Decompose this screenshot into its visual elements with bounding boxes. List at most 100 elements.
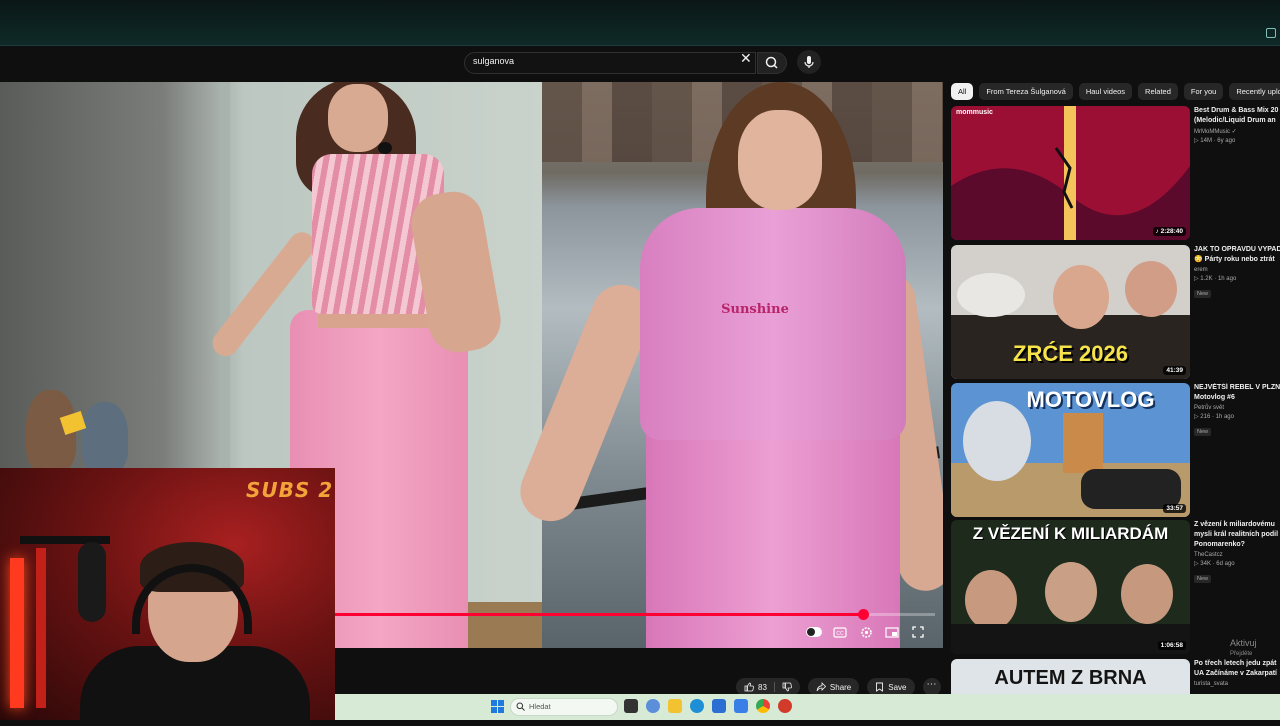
camera-icon[interactable] (1266, 28, 1276, 38)
recommended-video[interactable]: ZRĆE 2026 41:39 JAK TO OPRAVDU VYPAD 😳 P… (951, 245, 1280, 379)
video-stats: ▷ 14M · 6y ago (1194, 138, 1236, 144)
video-title-line2[interactable]: (Melodic/Liquid Drum an (1194, 116, 1280, 126)
windows-taskbar: Hledat (335, 694, 1280, 720)
voice-search-button[interactable] (797, 50, 821, 74)
watermark-subtitle: Přejděte (1230, 651, 1253, 657)
miniplayer-icon[interactable] (884, 625, 900, 639)
taskbar-search[interactable]: Hledat (510, 698, 618, 716)
video-title-line2[interactable]: UA Začínáme v Zakarpatí (1194, 669, 1280, 679)
chip-recently-uploaded[interactable]: Recently uploaded (1229, 83, 1280, 100)
progress-fill (335, 613, 863, 616)
handheld-mic (378, 142, 392, 154)
channel-name[interactable]: MrMoMMusic ✓ (1194, 128, 1280, 135)
chip-for-you[interactable]: For you (1183, 83, 1224, 100)
search-button[interactable] (757, 52, 787, 74)
recommended-video[interactable]: MOTOVLOG 33:57 NEJVĚTŠÍ REBEL V PLZN Mot… (951, 383, 1280, 517)
svg-text:CC: CC (836, 631, 844, 637)
chrome-icon[interactable] (756, 699, 770, 713)
progress-scrubber[interactable] (858, 609, 869, 620)
subtitles-icon[interactable]: CC (832, 625, 848, 639)
edge-browser-icon[interactable] (690, 699, 704, 713)
video-title[interactable]: NEJVĚTŠÍ REBEL V PLZN (1194, 383, 1280, 393)
clear-search-icon[interactable]: ✕ (740, 51, 752, 65)
streamer-webcam (0, 468, 335, 726)
recommended-video[interactable]: AUTEM Z BRNA Po třech letech jedu zpát U… (951, 659, 1280, 694)
pink-tshirt (640, 208, 906, 440)
shirt-text: Sunshine (721, 302, 789, 317)
video-thumbnail[interactable]: Z VĚZENÍ K MILIARDÁM 1:06:58 (951, 520, 1190, 654)
thumbnail-title: AUTEM Z BRNA (994, 667, 1147, 689)
video-progress-bar[interactable] (335, 609, 935, 620)
video-title-line2[interactable]: 😳 Párty roku nebo ztrát (1194, 255, 1280, 265)
video-title-line2[interactable]: mysli král realitních podil (1194, 530, 1280, 540)
search-input[interactable]: sulganova (473, 56, 514, 66)
thumbs-up-icon (744, 682, 754, 692)
new-badge: New (1194, 575, 1212, 583)
video-title[interactable]: JAK TO OPRAVDU VYPAD (1194, 245, 1280, 255)
chip-related[interactable]: Related (1138, 83, 1178, 100)
video-title[interactable]: Z vězení k miliardovému (1194, 520, 1280, 530)
new-badge: New (1194, 428, 1212, 436)
new-badge: New (1194, 290, 1212, 298)
app-icon[interactable] (778, 699, 792, 713)
thumbnail-title: ZRĆE 2026 (1013, 341, 1128, 366)
video-duration: 33:57 (1163, 504, 1186, 513)
video-thumbnail[interactable]: MOTOVLOG 33:57 (951, 383, 1190, 517)
video-title[interactable]: Best Drum & Bass Mix 20 (1194, 106, 1280, 116)
video-duration: ♪ 2:28:40 (1152, 227, 1186, 236)
video-meta: Best Drum & Bass Mix 20 (Melodic/Liquid … (1194, 106, 1280, 144)
recommended-video[interactable]: Z VĚZENÍ K MILIARDÁM 1:06:58 Z vězení k … (951, 520, 1280, 654)
search-box[interactable]: sulganova (464, 52, 756, 74)
mail-icon[interactable] (734, 699, 748, 713)
store-icon[interactable] (712, 699, 726, 713)
video-thumbnail[interactable]: mommusic ♪ 2:28:40 (951, 106, 1190, 240)
led-light (36, 548, 46, 708)
studio-microphone (78, 542, 106, 622)
channel-name[interactable]: turista_svata (1194, 681, 1280, 687)
file-explorer-icon[interactable] (668, 699, 682, 713)
microphone-icon (804, 56, 814, 68)
channel-name[interactable]: TheCastcz (1194, 552, 1280, 558)
windows-start-icon[interactable] (491, 700, 504, 713)
video-duration: 41:39 (1163, 366, 1186, 375)
chip-all[interactable]: All (951, 83, 974, 100)
video-title-line2[interactable]: Motovlog #6 (1194, 393, 1280, 403)
recommendation-chips: All From Tereza Šulganová Haul videos Re… (951, 83, 1280, 100)
channel-name[interactable]: erem (1194, 267, 1280, 273)
video-duration: 1:06:58 (1157, 641, 1186, 650)
video-stats: ▷ 216 · 1h ago (1194, 414, 1234, 420)
task-view-icon[interactable] (624, 699, 638, 713)
thumbnail-art (951, 106, 1190, 240)
watermark-title: Aktivuj (1230, 638, 1257, 648)
copilot-icon[interactable] (646, 699, 660, 713)
video-meta: JAK TO OPRAVDU VYPAD 😳 Párty roku nebo z… (1194, 245, 1280, 300)
video-title[interactable]: Po třech letech jedu zpát (1194, 659, 1280, 669)
video-thumbnail[interactable]: ZRĆE 2026 41:39 (951, 245, 1190, 379)
browser-top-bar (0, 0, 1280, 46)
search-icon (765, 56, 778, 69)
led-light (10, 558, 24, 708)
save-label: Save (888, 682, 907, 692)
fullscreen-icon[interactable] (910, 625, 926, 639)
chip-haul-videos[interactable]: Haul videos (1078, 83, 1133, 100)
thumbnail-title: Z VĚZENÍ K MILIARDÁM (972, 524, 1169, 543)
video-meta: NEJVĚTŠÍ REBEL V PLZN Motovlog #6 Petrův… (1194, 383, 1280, 438)
settings-gear-icon[interactable] (858, 625, 874, 639)
share-icon (816, 682, 826, 692)
thumbnail-title: MOTOVLOG (1026, 387, 1155, 412)
chip-from-channel[interactable]: From Tereza Šulganová (979, 83, 1073, 100)
video-stats: ▷ 1.2K · 1h ago (1194, 276, 1237, 282)
thumbs-down-icon[interactable] (782, 682, 792, 692)
recommended-video[interactable]: mommusic ♪ 2:28:40 Best Drum & Bass Mix … (951, 106, 1280, 240)
video-title-line3[interactable]: Ponomarenko? (1194, 540, 1280, 550)
bookmark-icon (876, 682, 884, 692)
ratatouille-sticker (4, 384, 154, 478)
youtube-header: sulganova (0, 46, 1280, 82)
channel-name[interactable]: Petrův svět (1194, 405, 1280, 411)
video-meta: Z vězení k miliardovému mysli král reali… (1194, 520, 1280, 585)
autoplay-toggle[interactable] (806, 625, 822, 639)
subs-counter-label: SUBS 2 (246, 478, 334, 502)
person-face (738, 110, 822, 210)
taskbar-search-icon (516, 702, 525, 711)
video-thumbnail[interactable]: AUTEM Z BRNA (951, 659, 1190, 694)
